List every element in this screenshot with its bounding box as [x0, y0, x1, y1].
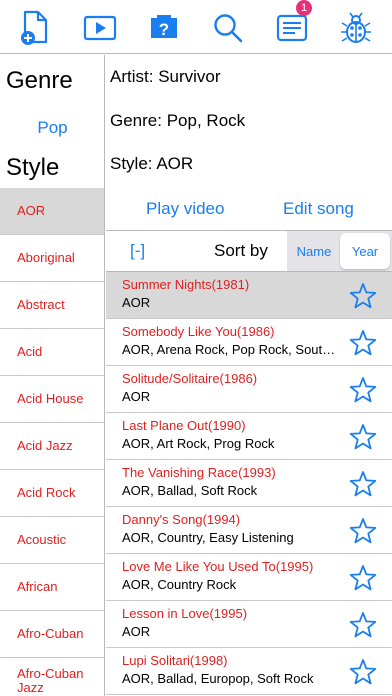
song-title: Somebody Like You(1986): [122, 324, 275, 339]
help-button[interactable]: ?: [144, 8, 184, 48]
song-title: Love Me Like You Used To(1995): [122, 559, 314, 574]
search-button[interactable]: [208, 8, 248, 48]
song-title: Summer Nights(1981): [122, 277, 250, 292]
song-title: Last Plane Out(1990): [122, 418, 246, 433]
favorite-star-icon[interactable]: [349, 470, 377, 498]
sort-by-label: Sort by: [214, 241, 268, 260]
search-icon: [214, 14, 243, 43]
song-detail: Artist: Survivor Genre: Pop, Rock Style:…: [106, 55, 392, 231]
style-heading: Style: [6, 154, 60, 181]
notification-badge: 1: [296, 0, 312, 16]
song-styles: AOR, Ballad, Europop, Soft Rock: [122, 671, 314, 686]
toolbar: ? 1: [0, 0, 392, 54]
style-item[interactable]: Afro-Cuban Jazz: [0, 658, 90, 696]
song-styles: AOR: [122, 389, 151, 404]
style-row: Style: AOR: [110, 154, 193, 174]
sort-year-segment[interactable]: Year: [340, 233, 390, 269]
favorite-star-icon[interactable]: [349, 564, 377, 592]
style-item[interactable]: Acoustic: [0, 517, 104, 564]
collapse-button[interactable]: [-]: [130, 241, 145, 261]
favorite-star-icon[interactable]: [349, 376, 377, 404]
messages-icon: [276, 14, 308, 42]
favorite-star-icon[interactable]: [349, 423, 377, 451]
edit-song-link[interactable]: Edit song: [283, 199, 354, 219]
favorite-star-icon[interactable]: [349, 658, 377, 686]
song-row[interactable]: Somebody Like You(1986) AOR, Arena Rock,…: [106, 319, 392, 366]
style-item[interactable]: AOR: [0, 188, 104, 235]
song-row[interactable]: The Vanishing Race(1993) AOR, Ballad, So…: [106, 460, 392, 507]
left-panel: Genre Pop Style AOR Aboriginal Abstract …: [0, 55, 105, 696]
svg-text:?: ?: [159, 20, 169, 39]
style-item[interactable]: Afro-Cuban: [0, 611, 104, 658]
style-value: AOR: [156, 154, 194, 173]
song-styles: AOR: [122, 295, 151, 310]
favorite-star-icon[interactable]: [349, 282, 377, 310]
style-item[interactable]: Acid House: [0, 376, 104, 423]
style-item[interactable]: Acid Jazz: [0, 423, 104, 470]
song-styles: AOR, Country, Easy Listening: [122, 530, 294, 545]
messages-button[interactable]: 1: [272, 0, 312, 48]
artist-label: Artist:: [110, 67, 154, 86]
song-title: Lesson in Love(1995): [122, 606, 248, 621]
artist-value: Survivor: [158, 67, 221, 86]
bug-icon: [341, 12, 371, 43]
genre-selector[interactable]: Pop: [0, 118, 104, 138]
song-row[interactable]: Lupi Solitari(1998) AOR, Ballad, Europop…: [106, 648, 392, 695]
favorite-star-icon[interactable]: [349, 517, 377, 545]
song-row[interactable]: Lesson in Love(1995) AOR: [106, 601, 392, 648]
play-video-icon: [83, 15, 117, 41]
song-title: The Vanishing Race(1993): [122, 465, 276, 480]
favorite-star-icon[interactable]: [349, 329, 377, 357]
song-title: Solitude/Solitaire(1986): [122, 371, 258, 386]
help-icon: ?: [151, 15, 177, 39]
bug-report-button[interactable]: [336, 8, 376, 48]
song-row[interactable]: Love Me Like You Used To(1995) AOR, Coun…: [106, 554, 392, 601]
song-row[interactable]: Last Plane Out(1990) AOR, Art Rock, Prog…: [106, 413, 392, 460]
style-item[interactable]: African: [0, 564, 104, 611]
play-video-button[interactable]: [80, 8, 120, 48]
song-title: Lupi Solitari(1998): [122, 653, 228, 668]
style-item[interactable]: Abstract: [0, 282, 104, 329]
song-styles: AOR, Country Rock: [122, 577, 237, 592]
style-label: Style:: [110, 154, 153, 173]
genre-heading: Genre: [6, 67, 73, 94]
genre-label: Genre:: [110, 111, 162, 130]
artist-row: Artist: Survivor: [110, 67, 221, 87]
song-styles: AOR, Arena Rock, Pop Rock, South…: [122, 342, 340, 357]
sort-name-segment[interactable]: Name: [289, 233, 339, 269]
song-row[interactable]: Summer Nights(1981) AOR: [106, 272, 392, 319]
sort-bar: [-] Sort by Name Year: [106, 231, 392, 272]
song-styles: AOR, Art Rock, Prog Rock: [122, 436, 275, 451]
style-item[interactable]: Acid: [0, 329, 104, 376]
play-video-link[interactable]: Play video: [146, 199, 224, 219]
sort-segmented-control: Name Year: [287, 231, 392, 271]
new-document-icon: [21, 10, 48, 45]
song-title: Danny's Song(1994): [122, 512, 241, 527]
style-list: AOR Aboriginal Abstract Acid Acid House …: [0, 188, 104, 696]
genre-value: Pop, Rock: [166, 111, 246, 130]
song-row[interactable]: Danny's Song(1994) AOR, Country, Easy Li…: [106, 507, 392, 554]
style-item[interactable]: Acid Rock: [0, 470, 104, 517]
song-styles: AOR: [122, 624, 151, 639]
song-list: Summer Nights(1981) AOR Somebody Like Yo…: [106, 272, 392, 696]
new-document-button[interactable]: [16, 8, 56, 48]
genre-row: Genre: Pop, Rock: [110, 111, 245, 131]
style-item[interactable]: Aboriginal: [0, 235, 104, 282]
favorite-star-icon[interactable]: [349, 611, 377, 639]
song-styles: AOR, Ballad, Soft Rock: [122, 483, 258, 498]
song-row[interactable]: Solitude/Solitaire(1986) AOR: [106, 366, 392, 413]
